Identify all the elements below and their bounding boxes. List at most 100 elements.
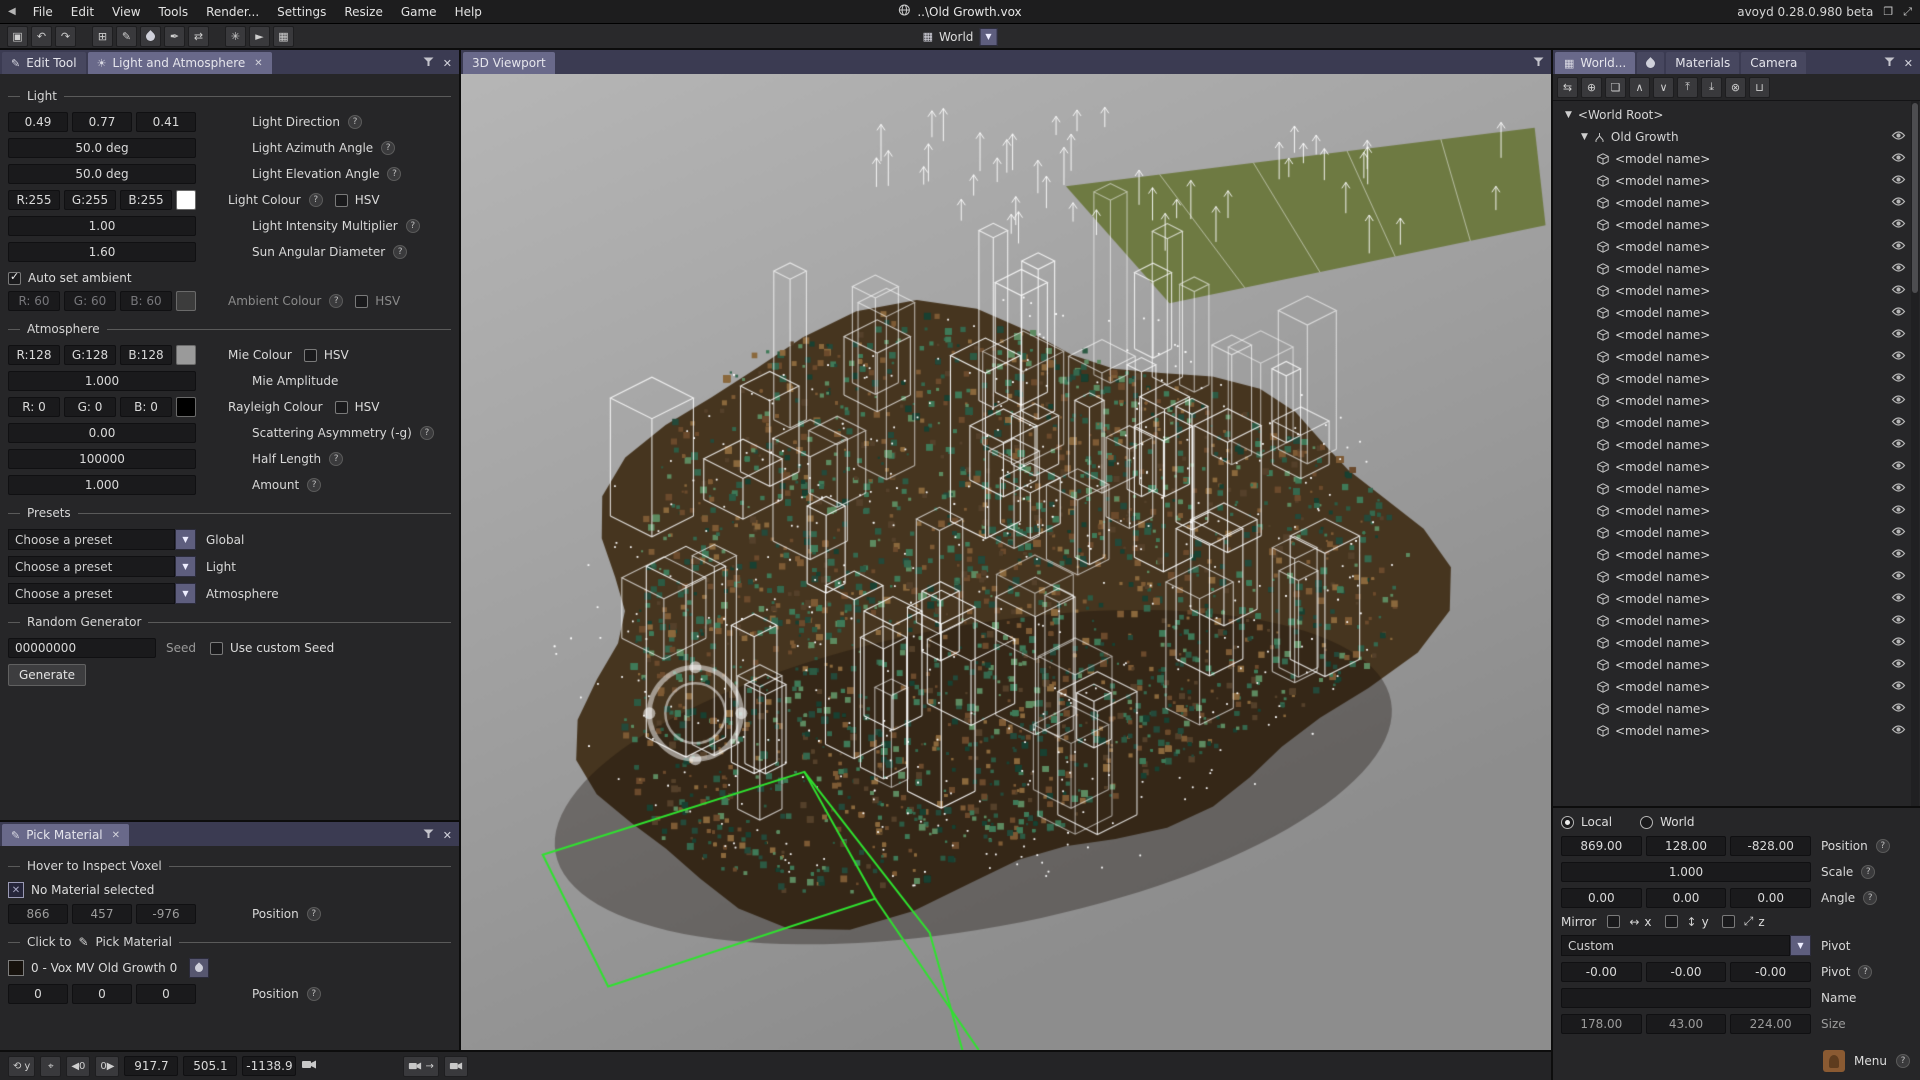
visibility-eye-icon[interactable]: [1891, 328, 1906, 339]
move-down-icon[interactable]: ∨: [1653, 76, 1674, 98]
visibility-eye-icon[interactable]: [1891, 350, 1906, 361]
sun-diameter-field[interactable]: 1.60: [8, 242, 196, 262]
tree-item-model[interactable]: <model name>: [1553, 500, 1920, 522]
ambient-r-field[interactable]: R: 60: [8, 291, 60, 311]
reset-axis-button[interactable]: ⟲ y: [8, 1055, 36, 1077]
menu-help[interactable]: Help: [446, 2, 491, 22]
tree-item-model[interactable]: <model name>: [1553, 258, 1920, 280]
eyedropper-icon[interactable]: ✒: [164, 25, 185, 47]
tab-pick-material[interactable]: ✎ Pick Material ✕: [2, 824, 130, 846]
light-colour-swatch[interactable]: [176, 190, 196, 210]
help-icon[interactable]: ?: [419, 426, 434, 440]
tree-item-world-root[interactable]: ▼ <World Root>: [1553, 104, 1920, 126]
menu-file[interactable]: File: [24, 2, 62, 22]
angle-z-field[interactable]: 0.00: [1730, 888, 1812, 908]
caret-down-icon[interactable]: ▼: [1581, 132, 1588, 142]
angle-y-field[interactable]: 0.00: [1645, 888, 1727, 908]
mie-r-field[interactable]: R:128: [8, 345, 60, 365]
visibility-eye-icon[interactable]: [1891, 130, 1906, 141]
help-icon[interactable]: ?: [1861, 865, 1876, 879]
visibility-eye-icon[interactable]: [1891, 702, 1906, 713]
camera-x-field[interactable]: 917.7: [124, 1056, 179, 1076]
tree-item-model[interactable]: <model name>: [1553, 544, 1920, 566]
visibility-eye-icon[interactable]: [1891, 548, 1906, 559]
material-row[interactable]: 0 - Vox MV Old Growth 0: [8, 958, 451, 978]
visibility-eye-icon[interactable]: [1891, 658, 1906, 669]
help-icon[interactable]: ?: [1858, 965, 1873, 979]
scale-field[interactable]: 1.000: [1561, 862, 1811, 882]
tree-item-model[interactable]: <model name>: [1553, 588, 1920, 610]
tree-item-model[interactable]: <model name>: [1553, 280, 1920, 302]
pivot-preset-select[interactable]: Custom ▼: [1561, 935, 1811, 956]
visibility-eye-icon[interactable]: [1891, 284, 1906, 295]
render-icon[interactable]: ✳: [225, 25, 246, 47]
tree-item-model[interactable]: <model name>: [1553, 566, 1920, 588]
delete-model-icon[interactable]: ⊗: [1725, 76, 1746, 98]
tree-item-model[interactable]: <model name>: [1553, 522, 1920, 544]
close-icon[interactable]: ✕: [112, 830, 120, 841]
window-mode-icon[interactable]: ❐: [1883, 5, 1893, 18]
paint-drop-icon[interactable]: [140, 25, 161, 47]
tree-item-old-growth[interactable]: ▼ Old Growth: [1553, 126, 1920, 148]
chevron-down-icon[interactable]: ▼: [175, 529, 196, 550]
help-icon[interactable]: ?: [307, 478, 322, 492]
visibility-eye-icon[interactable]: [1891, 482, 1906, 493]
rayleigh-b-field[interactable]: B: 0: [120, 397, 172, 417]
camera-follow-button[interactable]: →: [403, 1055, 439, 1077]
tree-item-model[interactable]: <model name>: [1553, 412, 1920, 434]
visibility-eye-icon[interactable]: [1891, 504, 1906, 515]
mirror-z-checkbox[interactable]: [1721, 915, 1735, 928]
tree-scrollbar[interactable]: [1911, 101, 1919, 806]
tree-item-model[interactable]: <model name>: [1553, 720, 1920, 742]
position-y-field[interactable]: 128.00: [1645, 836, 1727, 856]
camera-y-field[interactable]: 505.1: [183, 1056, 238, 1076]
tree-item-model[interactable]: <model name>: [1553, 192, 1920, 214]
preset-select-global[interactable]: Choose a preset ▼: [8, 529, 196, 550]
scattering-field[interactable]: 0.00: [8, 423, 196, 443]
chevron-down-icon[interactable]: ▼: [1790, 935, 1811, 956]
scrollbar-thumb[interactable]: [1912, 103, 1918, 293]
undo-icon[interactable]: ↶: [31, 25, 52, 47]
dock-menu-icon[interactable]: [423, 57, 434, 70]
mie-hsv-checkbox[interactable]: [303, 348, 317, 362]
menu-label[interactable]: Menu: [1854, 1054, 1887, 1068]
close-icon[interactable]: ✕: [443, 57, 452, 70]
tree-item-model[interactable]: <model name>: [1553, 214, 1920, 236]
origin-pin-button[interactable]: ⌖: [40, 1055, 62, 1077]
position-x-field[interactable]: 869.00: [1561, 836, 1642, 856]
chevron-down-icon[interactable]: ▼: [175, 583, 196, 604]
visibility-eye-icon[interactable]: [1891, 196, 1906, 207]
menu-resize[interactable]: Resize: [335, 2, 391, 22]
tree-item-model[interactable]: <model name>: [1553, 632, 1920, 654]
tree-item-model[interactable]: <model name>: [1553, 390, 1920, 412]
visibility-eye-icon[interactable]: [1891, 416, 1906, 427]
pivot-z-field[interactable]: -0.00: [1730, 962, 1812, 982]
world-selector[interactable]: ▦ World ▼: [923, 26, 998, 47]
tree-item-model[interactable]: <model name>: [1553, 654, 1920, 676]
tree-item-model[interactable]: <model name>: [1553, 456, 1920, 478]
ambient-b-field[interactable]: B: 60: [120, 291, 172, 311]
help-icon[interactable]: ?: [1863, 891, 1878, 905]
tree-item-model[interactable]: <model name>: [1553, 478, 1920, 500]
amount-field[interactable]: 1.000: [8, 475, 196, 495]
group-models-icon[interactable]: ⊕: [1581, 76, 1602, 98]
pick-z-field[interactable]: 0: [136, 984, 196, 1004]
help-icon[interactable]: ?: [1896, 1054, 1910, 1068]
light-direction-x-field[interactable]: 0.49: [8, 112, 68, 132]
seed-field[interactable]: 00000000: [8, 638, 156, 658]
menu-game[interactable]: Game: [392, 2, 446, 22]
tab-light-and-atmosphere[interactable]: ☀ Light and Atmosphere ✕: [87, 52, 272, 74]
swap-tools-icon[interactable]: ⇄: [188, 25, 209, 47]
model-name-input[interactable]: [1561, 988, 1811, 1008]
duplicate-model-icon[interactable]: ❏: [1605, 76, 1626, 98]
local-radio[interactable]: [1561, 815, 1574, 829]
elevation-field[interactable]: 50.0 deg: [8, 164, 196, 184]
visibility-eye-icon[interactable]: [1891, 438, 1906, 449]
visibility-eye-icon[interactable]: [1891, 218, 1906, 229]
mirror-y-checkbox[interactable]: [1664, 915, 1678, 928]
help-icon[interactable]: ?: [329, 452, 344, 466]
mie-swatch[interactable]: [176, 345, 196, 365]
tree-item-model[interactable]: <model name>: [1553, 434, 1920, 456]
tab-world[interactable]: ▦ World...: [1555, 52, 1636, 74]
help-icon[interactable]: ?: [308, 193, 323, 207]
